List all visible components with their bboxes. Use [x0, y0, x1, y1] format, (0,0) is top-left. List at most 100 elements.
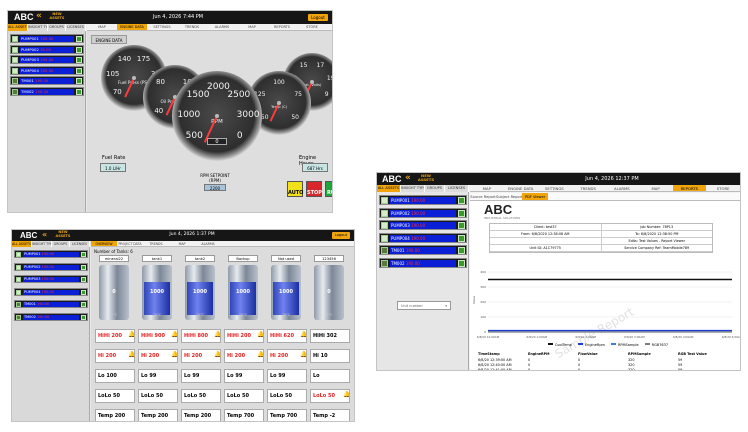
asset-item[interactable]: TM002 190.00: [10, 86, 84, 96]
nav-tabs: MAP ENGINE DATA SETTINGS TRENDS ALARMS MAP REP…: [87, 24, 332, 31]
tab-licenses[interactable]: LICENSES: [66, 24, 86, 31]
back-chevron-icon[interactable]: «: [405, 173, 411, 183]
run-button[interactable]: RUN: [325, 181, 332, 197]
tab-trends[interactable]: TRENDS: [143, 241, 169, 246]
asset-icon: [381, 209, 388, 217]
asset-item[interactable]: TM001 190.00: [379, 245, 467, 255]
tank-name: Not used: [271, 255, 301, 262]
asset-item[interactable]: PUMP002 30.00: [10, 44, 84, 54]
status-check-icon: [81, 264, 86, 270]
tab-map[interactable]: MAP: [470, 185, 504, 191]
tab-groups[interactable]: GROUPS: [425, 185, 445, 192]
tank-level-value: 1000: [279, 289, 293, 295]
tab-alarms[interactable]: ALARMS: [207, 24, 237, 30]
asset-item[interactable]: TM002 190.00: [379, 257, 467, 268]
tank-icon: [12, 88, 18, 95]
asset-item[interactable]: PUMP004 190.00: [14, 287, 88, 296]
tab-overview[interactable]: OVERVIEW: [91, 241, 117, 246]
tab-map[interactable]: MAP: [237, 24, 267, 30]
tab-settings[interactable]: SETTINGS: [538, 185, 572, 191]
tab-all-assets[interactable]: ALL ASSETS: [8, 24, 28, 31]
new-assets-link[interactable]: NEW ASSETS: [46, 12, 68, 20]
new-assets-link[interactable]: NEW ASSETS: [52, 230, 74, 238]
stop-button[interactable]: STOP: [306, 181, 322, 197]
datetime: Jun 4, 2026 7:44 PM: [152, 14, 204, 20]
tab-map[interactable]: MAP: [87, 24, 117, 30]
tab-settings[interactable]: SETTINGS: [147, 24, 177, 30]
rpm-readout: 0: [207, 137, 227, 145]
asset-name-text: PUMP001: [391, 198, 410, 203]
tab-all-assets[interactable]: ALL ASSETS: [377, 185, 401, 192]
rpm-setpoint-label: RPM SETPOINT (RPM): [200, 173, 230, 183]
tab-reports[interactable]: REPORTS: [267, 24, 297, 30]
rpm-setpoint-value[interactable]: 2200: [204, 184, 226, 191]
engine-data-button[interactable]: ENGINE DATA: [91, 35, 127, 44]
asset-item[interactable]: TM002 190.00: [14, 312, 88, 321]
x-tick-label: 6/8/20 4:00AM: [673, 335, 694, 339]
asset-item[interactable]: PUMP001 190.00: [14, 250, 88, 258]
back-chevron-icon[interactable]: «: [42, 230, 47, 239]
tab-pdf-viewer[interactable]: PDF Viewer: [522, 193, 548, 200]
tab-reports[interactable]: REPORTS: [672, 185, 707, 191]
legend-swatch: [547, 343, 553, 345]
x-tick-label: 6/8/20 3:00AM: [624, 335, 645, 339]
logout-button[interactable]: Logout: [308, 14, 328, 21]
tanks-content: Number of Tanks: 6 mineral22 0 0°C HiHi 200…: [91, 247, 354, 421]
asset-item[interactable]: PUMP003 190.00: [14, 275, 88, 283]
asset-item[interactable]: PUMP003 190.00: [379, 220, 467, 230]
tab-subject-report[interactable]: Subject Report: [496, 193, 522, 200]
report-info-cell: Edits: Test Values - Report Viewer: [628, 239, 686, 243]
tab-map[interactable]: MAP: [169, 241, 195, 246]
tab-source-report[interactable]: Source Report: [470, 193, 496, 200]
tank-graphic[interactable]: 1000 20°C: [142, 265, 172, 320]
tab-store[interactable]: STORE: [297, 24, 327, 30]
tab-trends[interactable]: TRENDS: [177, 24, 207, 30]
asset-item[interactable]: PUMP001 190.00: [379, 195, 467, 205]
tab-engine-data[interactable]: ENGINE DATA: [504, 185, 538, 191]
asset-name-text: PUMP004: [24, 289, 41, 294]
tank-graphic[interactable]: 1000 28°C: [271, 265, 301, 320]
asset-item[interactable]: TM001 190.00: [14, 300, 88, 308]
setpoint-value: 200: [157, 413, 169, 419]
tab-insight-type[interactable]: INSIGHT TYPE: [28, 24, 48, 31]
tab-trends[interactable]: TRENDS: [571, 185, 605, 191]
tank-graphic[interactable]: 1000 30°C: [228, 265, 258, 320]
tab-engine-data[interactable]: ENGINE DATA: [117, 24, 147, 30]
setpoint-value: 50: [199, 393, 206, 399]
asset-item[interactable]: PUMP004 190.00: [379, 232, 467, 243]
logo: ABC: [14, 12, 34, 22]
tab-groups[interactable]: GROUPS: [48, 24, 66, 31]
tank-graphic[interactable]: 1000 20°C: [185, 265, 215, 320]
tab-licenses[interactable]: LICENSES: [445, 185, 469, 192]
asset-item[interactable]: PUMP002 190.00: [14, 262, 88, 271]
tab-store[interactable]: STORE: [706, 185, 740, 191]
back-chevron-icon[interactable]: «: [36, 11, 42, 21]
tab-alarms[interactable]: ALARMS: [605, 185, 639, 191]
setpoint-lolo: LoLo 50: [181, 389, 221, 403]
asset-item[interactable]: PUMP001 190.00: [10, 34, 84, 43]
setpoint-label: Lo: [270, 373, 277, 379]
tank-graphic[interactable]: 0 0°C: [99, 265, 129, 320]
tab-project-data[interactable]: PROJECT DATA: [117, 241, 143, 246]
unit-number-select[interactable]: Unit number ▾: [397, 301, 451, 310]
asset-value: 190.00: [36, 314, 50, 319]
logout-button[interactable]: Logout: [332, 232, 350, 239]
asset-item[interactable]: PUMP004 190.00: [10, 65, 84, 75]
setpoint-label: HiHi: [98, 333, 110, 339]
alarm-bell-icon: 🔔: [257, 331, 265, 338]
asset-item[interactable]: TM001 190.00: [10, 76, 84, 85]
gauge-tick-label: 2500: [227, 89, 251, 100]
auto-button[interactable]: AUTO: [287, 181, 303, 197]
setpoint-label: LoLo: [313, 393, 327, 399]
asset-name-text: PUMP003: [24, 277, 41, 281]
tab-map[interactable]: MAP: [639, 185, 673, 191]
engine-content: ENGINE DATA 70105140175350Fuel Press (PS…: [87, 31, 332, 212]
setpoint-value: 200: [148, 353, 160, 359]
tab-insight-type[interactable]: INSIGHT TYPE: [401, 185, 425, 192]
new-assets-link[interactable]: NEW ASSETS: [415, 174, 437, 182]
tab-alarms[interactable]: ALARMS: [195, 241, 221, 246]
tank-graphic[interactable]: 0 -2°C: [314, 265, 344, 320]
setpoint-label: Temp: [98, 413, 113, 419]
asset-item[interactable]: PUMP002 190.00: [379, 207, 467, 218]
asset-item[interactable]: PUMP003 190.00: [10, 55, 84, 64]
